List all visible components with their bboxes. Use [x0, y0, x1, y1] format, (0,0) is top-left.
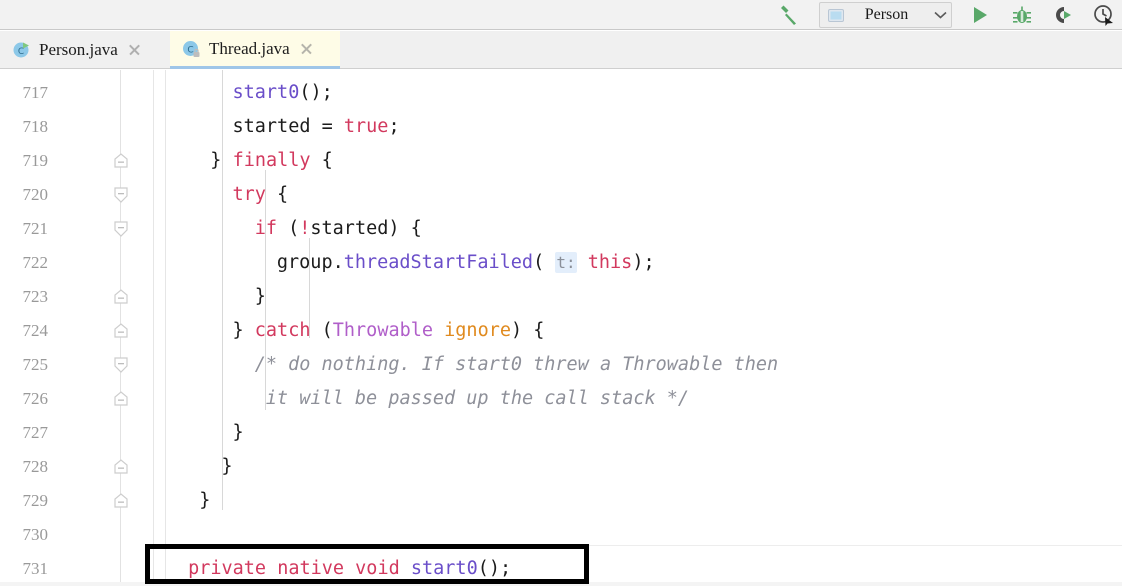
run-with-coverage-button[interactable]	[1046, 0, 1080, 30]
chevron-down-icon[interactable]	[929, 11, 951, 19]
code-token-par: ignore	[444, 320, 511, 341]
code-token-punc: started	[310, 218, 389, 239]
code-token-punc	[577, 252, 588, 273]
code-token-brace: }	[210, 150, 233, 171]
code-line[interactable]: group.threadStartFailed( t: this);	[0, 246, 1122, 280]
code-token-cmt: /* do nothing. If start0 threw a Throwab…	[254, 354, 779, 375]
code-token-meth: start0	[410, 558, 478, 579]
java-class-readonly-icon: C	[182, 39, 202, 59]
tab-label: Thread.java	[209, 38, 290, 58]
code-token-hint: t:	[555, 252, 577, 273]
profiler-button[interactable]	[1087, 0, 1121, 30]
code-token-punc: ) {	[510, 320, 545, 341]
code-editor[interactable]: 717 718 719 720 721 722 723 724 725 726 727 728 729 7…	[0, 70, 1122, 586]
code-token-punc: ();	[299, 82, 333, 103]
code-line[interactable]: }	[0, 484, 1122, 518]
build-hammer-icon[interactable]	[770, 0, 806, 30]
code-content[interactable]: start0(); started = true;} finally {try {…	[0, 70, 1122, 586]
code-token-kw: !	[299, 218, 311, 239]
code-line[interactable]: private native void start0();	[0, 552, 1122, 586]
code-token-cmt: it will be passed up the call stack */	[265, 388, 690, 409]
svg-text:C: C	[18, 47, 24, 57]
run-configuration-selector[interactable]: Person	[819, 2, 952, 28]
code-token-punc	[433, 320, 444, 341]
close-icon[interactable]	[127, 43, 141, 57]
code-token-brace: }	[199, 490, 211, 511]
code-token-punc: );	[632, 252, 655, 273]
code-token-cls: Throwable	[332, 320, 434, 341]
code-token-brace: }	[221, 456, 233, 477]
code-line[interactable]: }	[0, 450, 1122, 484]
code-token-brace: {	[265, 184, 289, 205]
code-line[interactable]: started = true;	[0, 110, 1122, 144]
tab-label: Person.java	[39, 40, 118, 59]
code-token-kw: if	[254, 218, 277, 239]
code-token-punc: ) {	[388, 218, 422, 239]
code-line[interactable]: }	[0, 416, 1122, 450]
code-token-punc: ;	[388, 116, 400, 137]
run-configuration-label: Person	[864, 6, 909, 23]
code-line[interactable]: } finally {	[0, 144, 1122, 178]
code-token-kw: try	[232, 184, 266, 205]
code-line[interactable]: start0();	[0, 76, 1122, 110]
code-line[interactable]: }	[0, 280, 1122, 314]
code-token-kw: this	[587, 252, 633, 273]
code-line[interactable]: /* do nothing. If start0 threw a Throwab…	[0, 348, 1122, 382]
code-token-meth: start0	[232, 82, 300, 103]
close-icon[interactable]	[299, 42, 313, 56]
code-line[interactable]: if (!started) {	[0, 212, 1122, 246]
code-token-punc: (	[533, 252, 556, 273]
code-token-punc: started	[232, 116, 322, 137]
code-token-punc	[266, 558, 277, 579]
code-token-punc: ();	[477, 558, 512, 579]
code-line[interactable]: try {	[0, 178, 1122, 212]
code-token-kw: void	[355, 558, 400, 579]
tab-person-java[interactable]: C Person.java	[0, 31, 170, 69]
code-token-kw: finally	[232, 150, 311, 171]
main-toolbar: Person	[0, 0, 1122, 30]
code-token-brace: {	[310, 150, 333, 171]
debug-button[interactable]	[1005, 0, 1039, 30]
code-token-punc: =	[321, 116, 344, 137]
code-token-punc	[344, 558, 355, 579]
code-token-kw: true	[343, 116, 389, 137]
code-token-kw: private	[188, 558, 267, 579]
java-class-runnable-icon: C	[12, 40, 32, 60]
code-token-punc: (	[276, 218, 300, 239]
code-token-brace: }	[232, 422, 244, 443]
code-token-punc: group.	[276, 252, 344, 273]
code-line[interactable]: it will be passed up the call stack */	[0, 382, 1122, 416]
code-token-punc: (	[310, 320, 333, 341]
code-line[interactable]: } catch (Throwable ignore) {	[0, 314, 1122, 348]
code-token-brace: }	[232, 320, 255, 341]
code-token-meth: threadStartFailed	[343, 252, 534, 273]
run-button[interactable]	[963, 0, 997, 30]
code-token-kw: native	[277, 558, 345, 579]
svg-text:C: C	[187, 45, 193, 55]
tab-thread-java[interactable]: C Thread.java	[170, 31, 340, 69]
run-configuration-icon	[826, 7, 846, 23]
code-token-punc	[400, 558, 411, 579]
editor-bottom-strip	[0, 582, 1122, 586]
editor-tab-bar: C Person.java C Thread.java	[0, 31, 1122, 69]
code-token-brace: }	[254, 286, 266, 307]
code-token-kw: catch	[254, 320, 311, 341]
code-line[interactable]	[0, 518, 1122, 552]
